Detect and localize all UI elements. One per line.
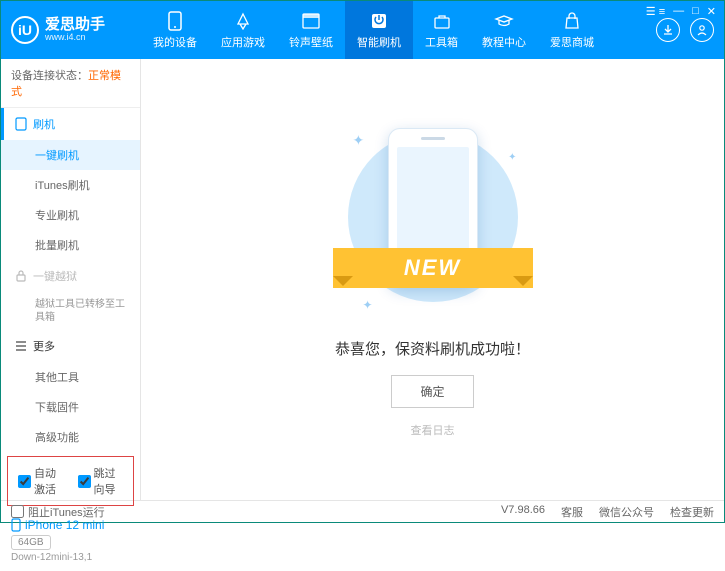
tab-apps[interactable]: 应用游戏: [209, 1, 277, 59]
phone-icon: [11, 518, 21, 532]
jailbreak-note: 越狱工具已转移至工具箱: [1, 292, 140, 330]
flash-icon: [369, 11, 389, 31]
tab-toolbox[interactable]: 工具箱: [413, 1, 470, 59]
sidebar-item-other-tools[interactable]: 其他工具: [1, 362, 140, 392]
close-icon[interactable]: ✕: [707, 5, 716, 18]
phone-icon: [15, 117, 27, 131]
checkbox-skip-wizard[interactable]: 跳过向导: [78, 465, 124, 497]
new-badge: NEW: [333, 248, 533, 288]
sidebar-head-more[interactable]: 更多: [1, 330, 140, 362]
tutorial-icon: [494, 11, 514, 31]
success-illustration: ✦ ✦ ✦ NEW: [343, 122, 523, 322]
app-title: 爱思助手: [45, 17, 105, 34]
device-name[interactable]: iPhone 12 mini: [11, 518, 130, 532]
sidebar-head-jailbreak[interactable]: 一键越狱: [1, 260, 140, 292]
view-log-link[interactable]: 查看日志: [411, 422, 455, 438]
apps-icon: [233, 11, 253, 31]
version-label: V7.98.66: [501, 504, 545, 520]
tab-tutorial[interactable]: 教程中心: [470, 1, 538, 59]
phone-icon: [165, 11, 185, 31]
check-update-link[interactable]: 检查更新: [670, 504, 714, 520]
device-model: Down-12mini-13,1: [11, 552, 130, 563]
app-url: www.i4.cn: [45, 33, 105, 43]
settings-icon[interactable]: ☰ ≡: [646, 5, 665, 18]
wechat-link[interactable]: 微信公众号: [599, 504, 654, 520]
tab-flash[interactable]: 智能刷机: [345, 1, 413, 59]
sidebar-item-batch-flash[interactable]: 批量刷机: [1, 230, 140, 260]
sidebar-item-one-click-flash[interactable]: 一键刷机: [1, 140, 140, 170]
checkbox-auto-activate[interactable]: 自动激活: [18, 465, 64, 497]
lock-icon: [15, 270, 27, 282]
title-bar: ☰ ≡ — □ ✕ iU 爱思助手 www.i4.cn 我的设备 应用游戏 铃声…: [1, 1, 724, 59]
sidebar-item-pro-flash[interactable]: 专业刷机: [1, 200, 140, 230]
activation-options: 自动激活 跳过向导: [7, 456, 134, 506]
maximize-icon[interactable]: □: [692, 5, 699, 18]
device-status: 设备连接状态：正常模式: [1, 59, 140, 108]
logo: iU 爱思助手 www.i4.cn: [11, 16, 141, 44]
success-message: 恭喜您，保资料刷机成功啦！: [335, 338, 530, 359]
sidebar-item-advanced[interactable]: 高级功能: [1, 422, 140, 452]
checkbox-block-itunes[interactable]: 阻止iTunes运行: [11, 504, 105, 520]
user-button[interactable]: [690, 18, 714, 42]
toolbox-icon: [432, 11, 452, 31]
sidebar: 设备连接状态：正常模式 刷机 一键刷机 iTunes刷机 专业刷机 批量刷机 一…: [1, 59, 141, 500]
ok-button[interactable]: 确定: [391, 375, 473, 408]
main-content: ✦ ✦ ✦ NEW 恭喜您，保资料刷机成功啦！ 确定 查看日志: [141, 59, 724, 500]
support-link[interactable]: 客服: [561, 504, 583, 520]
store-icon: [562, 11, 582, 31]
tab-store[interactable]: 爱思商城: [538, 1, 606, 59]
wallpaper-icon: [301, 11, 321, 31]
sidebar-head-flash[interactable]: 刷机: [1, 108, 140, 140]
sidebar-item-itunes-flash[interactable]: iTunes刷机: [1, 170, 140, 200]
tab-my-device[interactable]: 我的设备: [141, 1, 209, 59]
storage-badge: 64GB: [11, 535, 51, 550]
window-controls: ☰ ≡ — □ ✕: [646, 5, 716, 18]
minimize-icon[interactable]: —: [673, 5, 684, 18]
download-button[interactable]: [656, 18, 680, 42]
nav-tabs: 我的设备 应用游戏 铃声壁纸 智能刷机 工具箱 教程中心 爱思商城: [141, 1, 656, 59]
tab-ringtone[interactable]: 铃声壁纸: [277, 1, 345, 59]
menu-icon: [15, 341, 27, 351]
logo-icon: iU: [11, 16, 39, 44]
sidebar-item-download-fw[interactable]: 下载固件: [1, 392, 140, 422]
